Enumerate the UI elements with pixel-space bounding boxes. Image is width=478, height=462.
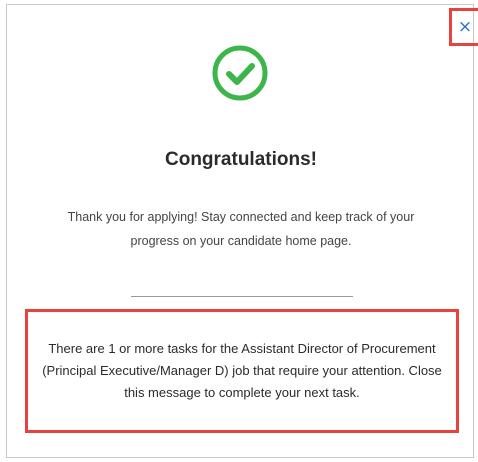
close-icon[interactable]: × [458, 18, 472, 36]
dialog-title: Congratulations! [165, 149, 317, 170]
divider [131, 296, 353, 297]
close-button-highlight: × [449, 8, 478, 46]
check-circle-icon [211, 44, 269, 102]
check-circle-icon-svg [212, 45, 268, 101]
application-success-dialog: × Congratulations! Thank you for applyin… [6, 4, 478, 458]
task-message: There are 1 or more tasks for the Assist… [42, 341, 442, 400]
dialog-subtitle: Thank you for applying! Stay connected a… [67, 210, 415, 248]
task-message-box: There are 1 or more tasks for the Assist… [25, 309, 459, 433]
